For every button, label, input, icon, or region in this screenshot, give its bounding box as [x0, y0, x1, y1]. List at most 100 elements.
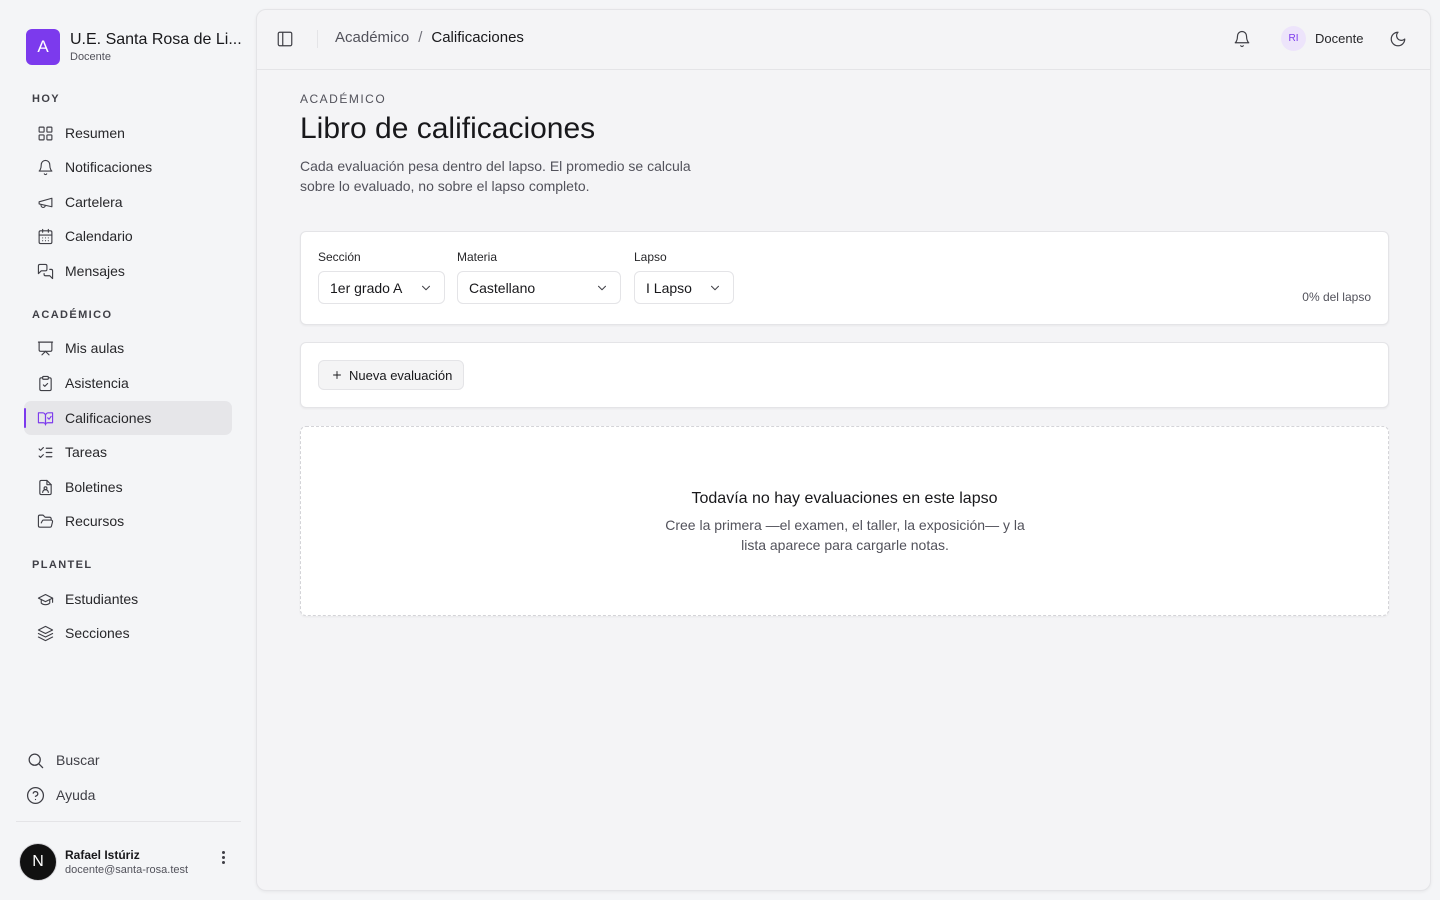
topbar-user-role: Docente — [1315, 31, 1364, 46]
brand-name: U.E. Santa Rosa de Li... — [70, 31, 242, 48]
megaphone-icon — [38, 197, 53, 208]
graduation-cap-icon — [37, 593, 54, 605]
brand[interactable]: A U.E. Santa Rosa de Li... Docente — [26, 29, 242, 65]
lapso-label: Lapso — [634, 250, 667, 264]
main-panel: Académico / Calificaciones RI Docente AC… — [256, 9, 1431, 891]
search-label: Buscar — [56, 752, 100, 768]
sidebar-item-label: Calificaciones — [65, 410, 152, 426]
lapso-field: Lapso I Lapso — [634, 250, 734, 304]
seccion-label: Sección — [318, 250, 361, 264]
sidebar-item-estudiantes[interactable]: Estudiantes — [24, 582, 232, 616]
search-icon — [28, 753, 44, 768]
app-root: A U.E. Santa Rosa de Li... Docente HOY R… — [0, 0, 1440, 900]
messages-icon — [37, 263, 54, 279]
sidebar-item-label: Recursos — [65, 513, 125, 529]
breadcrumb-separator: / — [418, 29, 423, 46]
lapso-select[interactable]: I Lapso — [634, 271, 734, 304]
avatar: N — [19, 843, 57, 881]
sidebar-item-label: Secciones — [65, 625, 130, 641]
topbar: Académico / Calificaciones RI Docente — [257, 10, 1430, 70]
new-evaluation-button[interactable]: Nueva evaluación — [318, 360, 465, 390]
sidebar-divider — [16, 821, 241, 822]
bell-icon — [1234, 30, 1250, 48]
nav-group-label-plantel: PLANTEL — [32, 559, 93, 571]
user-name: Rafael Istúriz — [65, 847, 140, 862]
grid-icon — [38, 126, 53, 140]
sidebar-item-asistencia[interactable]: Asistencia — [24, 366, 232, 400]
chevron-down-icon — [710, 285, 720, 290]
sidebar-item-boletines[interactable]: Boletines — [24, 470, 232, 504]
layers-icon — [37, 625, 54, 641]
calendar-icon — [38, 228, 53, 244]
notifications-button[interactable] — [1233, 30, 1251, 48]
sidebar-item-secciones[interactable]: Secciones — [24, 616, 232, 650]
empty-state: Todavía no hay evaluaciones en este laps… — [300, 426, 1389, 616]
help-button[interactable]: Ayuda — [26, 780, 95, 810]
user-profile[interactable]: N Rafael Istúriz docente@santa-rosa.test — [19, 843, 188, 881]
page-eyebrow: ACADÉMICO — [300, 92, 387, 106]
empty-state-title: Todavía no hay evaluaciones en este laps… — [691, 490, 998, 507]
sidebar-item-resumen[interactable]: Resumen — [24, 116, 232, 150]
breadcrumb-parent[interactable]: Académico — [335, 29, 409, 46]
search-button[interactable]: Buscar — [26, 745, 100, 775]
sidebar-item-recursos[interactable]: Recursos — [24, 504, 232, 538]
plus-icon — [333, 371, 341, 379]
materia-field: Materia Castellano — [457, 250, 621, 304]
seccion-select[interactable]: 1er grado A — [318, 271, 445, 304]
avatar: RI — [1281, 26, 1306, 51]
sidebar-item-label: Mis aulas — [65, 340, 125, 356]
materia-label: Materia — [457, 250, 498, 264]
brand-text: U.E. Santa Rosa de Li... Docente — [70, 30, 242, 64]
page-title: Libro de calificaciones — [300, 112, 596, 145]
filters-card: Sección 1er grado A Materia Castellano L… — [300, 231, 1389, 325]
user-email: docente@santa-rosa.test — [65, 863, 189, 876]
sidebar-item-label: Estudiantes — [65, 591, 139, 607]
presentation-icon — [37, 341, 54, 355]
file-user-icon — [39, 479, 52, 495]
sidebar-item-cartelera[interactable]: Cartelera — [24, 185, 232, 219]
evaluations-toolbar: Nueva evaluación — [300, 342, 1389, 408]
book-check-icon — [37, 411, 54, 425]
lapso-progress-text: 0% del lapso — [1302, 290, 1371, 304]
sidebar-item-label: Tareas — [65, 444, 108, 460]
help-circle-icon — [26, 786, 45, 804]
brand-role: Docente — [70, 51, 111, 63]
sidebar-item-mensajes[interactable]: Mensajes — [24, 254, 232, 288]
sidebar-item-notificaciones[interactable]: Notificaciones — [24, 150, 232, 184]
folder-open-icon — [37, 514, 54, 528]
breadcrumb: Académico / Calificaciones — [335, 29, 524, 46]
nav-group-label-academico: ACADÉMICO — [32, 309, 113, 321]
sidebar: A U.E. Santa Rosa de Li... Docente HOY R… — [0, 0, 256, 900]
materia-value: Castellano — [469, 279, 536, 296]
panel-left-icon — [277, 31, 293, 47]
bell-icon — [38, 159, 53, 175]
seccion-field: Sección 1er grado A — [318, 250, 445, 304]
page-description: Cada evaluación pesa dentro del lapso. E… — [300, 158, 691, 194]
sidebar-item-label: Resumen — [65, 125, 125, 141]
materia-select[interactable]: Castellano — [457, 271, 621, 304]
sidebar-item-tareas[interactable]: Tareas — [24, 435, 232, 469]
sidebar-item-label: Calendario — [65, 228, 133, 244]
new-evaluation-label: Nueva evaluación — [349, 367, 453, 383]
sidebar-item-mis-aulas[interactable]: Mis aulas — [24, 331, 232, 365]
lapso-value: I Lapso — [646, 279, 692, 296]
sidebar-item-label: Boletines — [65, 479, 123, 495]
clipboard-check-icon — [39, 375, 52, 391]
help-label: Ayuda — [56, 787, 96, 803]
theme-toggle-button[interactable] — [1389, 30, 1407, 48]
chevron-down-icon — [421, 285, 431, 290]
breadcrumb-current: Calificaciones — [431, 29, 524, 46]
moon-icon — [1390, 31, 1406, 47]
brand-logo: A — [26, 29, 60, 65]
sidebar-item-calificaciones[interactable]: Calificaciones — [24, 401, 232, 435]
sidebar-item-calendario[interactable]: Calendario — [24, 219, 232, 253]
sidebar-item-label: Notificaciones — [65, 159, 153, 175]
sidebar-item-label: Asistencia — [65, 375, 129, 391]
empty-state-description: Cree la primera —el examen, el taller, l… — [665, 517, 1025, 553]
topbar-user-menu[interactable]: RI Docente — [1281, 26, 1363, 51]
user-info: Rafael Istúriz docente@santa-rosa.test — [65, 848, 188, 877]
more-vertical-icon[interactable] — [216, 848, 230, 866]
sidebar-item-label: Mensajes — [65, 263, 125, 279]
nav-group-label-hoy: HOY — [32, 93, 61, 105]
sidebar-toggle-button[interactable] — [276, 30, 294, 48]
